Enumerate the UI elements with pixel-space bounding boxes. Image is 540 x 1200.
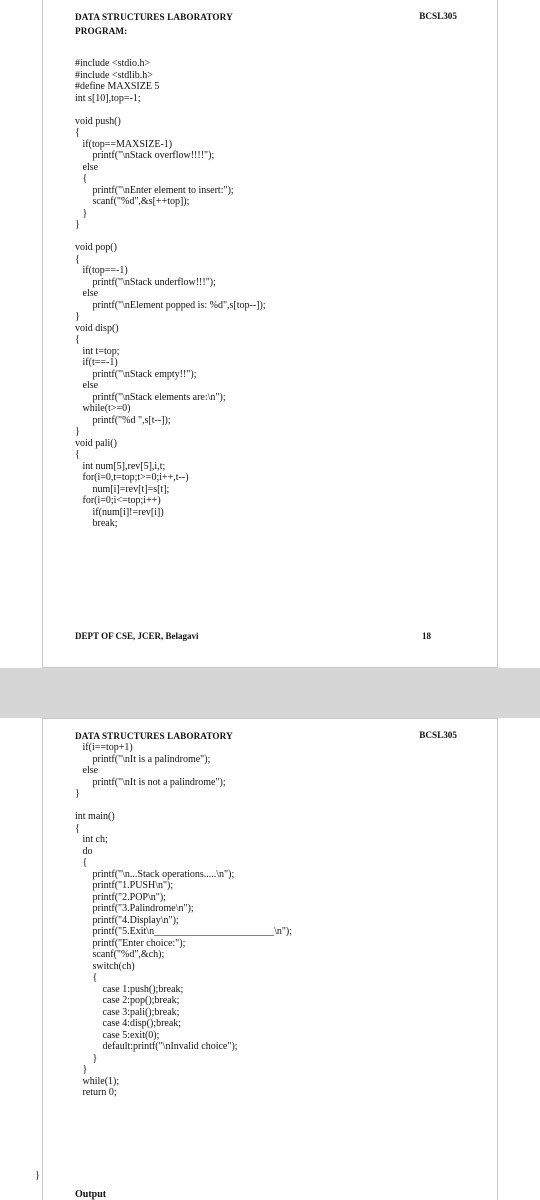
code-line: printf("5.Exit\n________________________… — [75, 926, 293, 937]
code-line: case 4:disp();break; — [75, 1018, 182, 1029]
code-line: printf("\nStack overflow!!!!"); — [75, 150, 215, 161]
code-line: printf("Enter choice:"); — [75, 937, 186, 949]
code-line: else — [75, 288, 99, 299]
code-line: else — [75, 161, 99, 173]
code-line: } — [75, 219, 80, 230]
code-line: printf("\nEnter element to insert:"); — [75, 184, 234, 196]
code-line: printf("\nStack empty!!"); — [75, 368, 197, 380]
code-line: int s[10],top=-1; — [75, 92, 141, 104]
code-line: { — [75, 173, 88, 184]
running-header-title: DATA STRUCTURES LABORATORY — [75, 12, 233, 22]
code-line: { — [75, 972, 98, 983]
code-line: void disp() — [75, 322, 119, 334]
code-line: { — [75, 449, 80, 460]
code-line: printf("\nElement popped is: %d",s[top--… — [75, 299, 266, 311]
code-line: printf("3.Palindrome\n"); — [75, 903, 194, 914]
code-line: switch(ch) — [75, 960, 135, 972]
code-line: printf("1.PUSH\n"); — [75, 880, 174, 891]
code-line: printf("%d ",s[t--]); — [75, 414, 171, 426]
program-code-block: #include <stdio.h> #include <stdlib.h> #de… — [75, 58, 487, 530]
page-number: 18 — [422, 631, 431, 641]
code-line: printf("\nStack underflow!!!"); — [75, 276, 216, 288]
running-header-course-code: BCSL305 — [419, 730, 457, 740]
code-line: { — [75, 334, 80, 345]
code-line: printf("\n...Stack operations.....\n"); — [75, 868, 235, 880]
code-line: { — [75, 822, 80, 834]
code-line: } — [75, 207, 88, 219]
code-line: if(t==-1) — [75, 357, 118, 368]
code-line: void pop() — [75, 242, 117, 253]
code-line: #include <stdio.h> — [75, 58, 151, 69]
program-label: PROGRAM: — [75, 26, 128, 36]
running-header-course-code: BCSL305 — [419, 11, 457, 21]
code-line: else — [75, 380, 99, 391]
page-separator — [0, 668, 540, 718]
code-line: { — [75, 127, 80, 138]
code-line: scanf("%d",&s[++top]); — [75, 196, 190, 207]
code-line: case 5:exit(0); — [75, 1029, 160, 1041]
code-line: scanf("%d",&ch); — [75, 949, 165, 960]
code-line: while(t>=0) — [75, 403, 131, 414]
code-line: case 2:pop();break; — [75, 995, 180, 1006]
code-line: if(top==MAXSIZE-1) — [75, 138, 173, 150]
code-line: do — [75, 845, 93, 857]
code-line: printf("\nStack elements are:\n"); — [75, 391, 226, 403]
code-line: } — [75, 788, 80, 799]
document-page-19: DATA STRUCTURES LABORATORY BCSL305 if(i=… — [42, 718, 498, 1200]
program-code-block: if(i==top+1) printf("\nIt is a palindrom… — [75, 742, 487, 1099]
code-line: case 3:pali();break; — [75, 1006, 180, 1018]
code-line: int t=top; — [75, 345, 120, 357]
code-line: printf("\nIt is not a palindrome"); — [75, 776, 226, 788]
code-line: for(i=0;i<=top;i++) — [75, 495, 161, 506]
code-line: { — [75, 253, 80, 265]
code-line: int ch; — [75, 834, 108, 845]
code-line: break; — [75, 518, 118, 529]
code-line: { — [75, 857, 88, 868]
code-line: if(i==top+1) — [75, 742, 133, 753]
page-footer-department: DEPT OF CSE, JCER, Belagavi — [75, 631, 199, 641]
code-line: else — [75, 765, 99, 776]
code-line: } — [75, 426, 80, 437]
code-line: while(1); — [75, 1075, 120, 1087]
output-heading: Output — [75, 1189, 107, 1200]
code-line: } — [75, 1052, 98, 1064]
code-line: default:printf("\nInvalid choice"); — [75, 1041, 238, 1052]
running-header-title: DATA STRUCTURES LABORATORY — [75, 731, 233, 741]
code-line: int num[5],rev[5],i,t; — [75, 460, 166, 472]
code-line: if(num[i]!=rev[i]) — [75, 506, 164, 518]
code-line: if(top==-1) — [75, 265, 128, 276]
code-line: case 1:push();break; — [75, 983, 184, 995]
code-line: #include <stdlib.h> — [75, 69, 153, 81]
code-line: return 0; — [75, 1087, 117, 1098]
code-line: num[i]=rev[t]=s[t]; — [75, 483, 170, 495]
code-line: #define MAXSIZE 5 — [75, 81, 160, 92]
code-line: for(i=0,t=top;t>=0;i++,t--) — [75, 472, 189, 483]
code-line: printf("4.Display\n"); — [75, 914, 179, 926]
closing-brace: } — [35, 1170, 40, 1181]
code-line: printf("2.POP\n"); — [75, 891, 166, 903]
code-line: printf("\nIt is a palindrome"); — [75, 753, 211, 765]
code-line: void push() — [75, 115, 121, 127]
code-line: } — [75, 1064, 88, 1075]
code-line: int main() — [75, 811, 115, 822]
code-line: } — [75, 311, 80, 322]
code-line: void pali() — [75, 437, 117, 449]
document-page-18: DATA STRUCTURES LABORATORY BCSL305 PROGR… — [42, 0, 498, 668]
